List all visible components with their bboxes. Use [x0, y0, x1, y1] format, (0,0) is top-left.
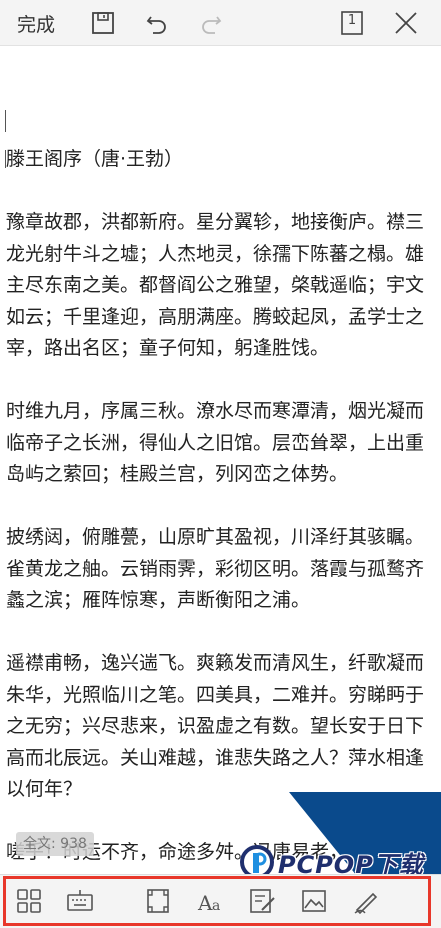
page-number: 1: [347, 13, 357, 28]
document-area[interactable]: 滕王阁序（唐·王勃） 豫章故郡，洪都新府。星分翼轸，地接衡庐。襟三 龙光射牛斗之墟…: [0, 46, 441, 872]
text-line: 蠡之滨；雁阵惊寒，声断衡阳之浦。: [6, 589, 311, 611]
keyboard-icon[interactable]: [65, 886, 95, 916]
text-line: 由，它之明时？所赖君子见机，达人知命。: [6, 869, 441, 873]
redo-icon[interactable]: [196, 8, 226, 38]
svg-text:a: a: [212, 898, 220, 914]
text-line: 宰，路出名区；童子何知，躬逢胜饯。: [6, 337, 330, 359]
text-line: 以何年？: [6, 778, 83, 800]
pen-icon[interactable]: [351, 886, 381, 916]
grid-apps-icon[interactable]: [14, 886, 44, 916]
paragraph: 豫章故郡，洪都新府。星分翼轸，地接衡庐。襟三 龙光射牛斗之墟；人杰地灵，徐孺下陈蕃…: [6, 207, 441, 365]
text-line: 雀黄龙之舳。云销雨霁，彩彻区明。落霞与孤鹜齐: [6, 557, 425, 580]
word-count-badge: 全文: 938: [16, 832, 94, 856]
page-margin-marker: [5, 110, 6, 132]
image-icon[interactable]: [299, 886, 329, 916]
paragraph: 时维九月，序属三秋。潦水尽而寒潭清，烟光凝而 临帝子之长洲，得仙人之旧馆。层峦耸翠…: [6, 396, 441, 491]
text-line: 岛屿之萦回；桂殿兰宫，列冈峦之体势。: [6, 463, 349, 485]
fullscreen-frame-icon[interactable]: [143, 886, 173, 916]
document-title: 滕王阁序（唐·王勃）: [6, 148, 184, 170]
edit-note-icon[interactable]: [247, 886, 277, 916]
text-line: 朱华，光照临川之笔。四美具，二难并。穷睇眄于: [6, 683, 425, 706]
paragraph: 遥襟甫畅，逸兴遄飞。爽籁发而清风生，纤歌凝而 朱华，光照临川之笔。四美具，二难并。…: [6, 648, 441, 806]
save-icon[interactable]: [88, 8, 118, 38]
text-line: 豫章故郡，洪都新府。星分翼轸，地接衡庐。襟三: [6, 211, 425, 233]
text-line: 龙光射牛斗之墟；人杰地灵，徐孺下陈蕃之榻。雄: [6, 242, 425, 265]
top-toolbar: 完成 1: [0, 0, 441, 46]
paragraph: 披绣闼，俯雕甍，山原旷其盈视，川泽纡其骇瞩。 雀黄龙之舳。云销雨霁，彩彻区明。落霞…: [6, 522, 441, 617]
text-line: 如云；千里逢迎，高朋满座。腾蛟起凤，孟学士之: [6, 305, 425, 328]
undo-icon[interactable]: [142, 8, 172, 38]
text-line: 高而北辰远。关山难越，谁悲失路之人？萍水相逢: [6, 746, 425, 769]
svg-text:A: A: [197, 891, 213, 915]
text-line: 之无穷；兴尽悲来，识盈虚之有数。望长安于日下: [6, 715, 425, 737]
font-aa-icon[interactable]: Aa: [196, 886, 226, 916]
text-line: 临帝子之长洲，得仙人之旧馆。层峦耸翠，上出重: [6, 431, 425, 454]
page-view-icon[interactable]: 1: [337, 8, 367, 38]
text-line: 披绣闼，俯雕甍，山原旷其盈视，川泽纡其骇瞩。: [6, 526, 425, 548]
text-line: 遥襟甫畅，逸兴遄飞。爽籁发而清风生，纤歌凝而: [6, 652, 425, 674]
document-text[interactable]: 滕王阁序（唐·王勃） 豫章故郡，洪都新府。星分翼轸，地接衡庐。襟三 龙光射牛斗之墟…: [6, 144, 441, 872]
text-line: 时维九月，序属三秋。潦水尽而寒潭清，烟光凝而: [6, 400, 425, 422]
text-line: 主尽东南之美。都督阎公之雅望，棨戟遥临；宇文: [6, 274, 425, 296]
done-button[interactable]: 完成: [17, 10, 55, 37]
close-icon[interactable]: [391, 8, 421, 38]
